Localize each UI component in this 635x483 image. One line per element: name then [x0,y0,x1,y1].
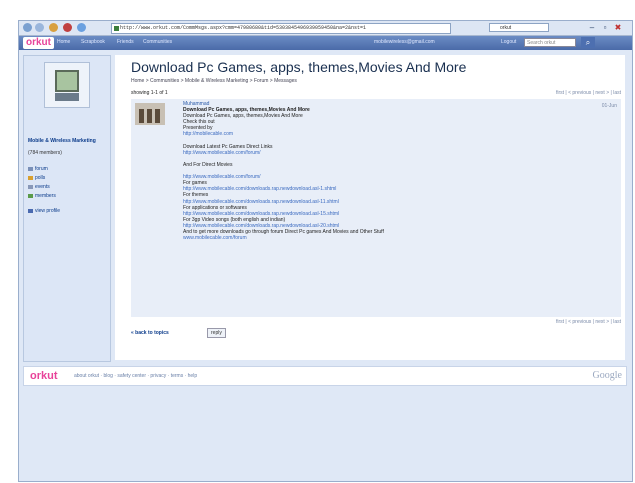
polls-icon [28,175,33,180]
nav-home[interactable]: Home [57,39,70,45]
community-name[interactable]: Mobile & Wireless Marketing [28,138,106,144]
orkut-logo[interactable]: orkut [23,37,54,49]
result-count: showing 1-1 of 1 [131,90,168,96]
phone-screen-image [55,70,79,92]
nav-communities[interactable]: Communities [143,39,172,45]
pager-top[interactable]: first | < previous | next > | last [556,90,621,96]
sidebar-item-view-profile[interactable]: view profile [28,208,60,214]
avatar-figure [139,109,144,123]
browser-search-input[interactable]: orkut [489,23,549,32]
home-icon[interactable] [77,23,86,32]
stop-icon[interactable] [63,23,72,32]
sidebar-item-events[interactable]: events [28,184,50,190]
page-title: Download Pc Games, apps, themes,Movies A… [131,59,467,75]
logout-link[interactable]: Logout [501,39,516,45]
community-sidebar: Mobile & Wireless Marketing (784 members… [23,55,111,362]
back-to-topics-link[interactable]: « back to topics [131,330,169,336]
forward-icon[interactable] [35,23,44,32]
address-bar[interactable]: http://www.orkut.com/CommMsgs.aspx?cmm=4… [111,23,451,34]
footer-links[interactable]: about orkut · blog · safety center · pri… [74,373,197,379]
author-avatar[interactable] [135,103,165,125]
breadcrumb[interactable]: Home > Communities > Mobile & Wireless M… [131,78,297,84]
site-icon [114,26,119,31]
browser-window: http://www.orkut.com/CommMsgs.aspx?cmm=4… [18,20,633,482]
sidebar-item-forum[interactable]: forum [28,166,48,172]
refresh-icon[interactable] [49,23,58,32]
forum-icon [28,166,33,171]
google-logo: Google [592,370,622,381]
sidebar-item-members[interactable]: members [28,193,56,199]
pager-bottom[interactable]: first | < previous | next > | last [556,319,621,325]
post-body: Muhammad Download Pc Games, apps, themes… [183,101,384,241]
orkut-header: orkut Home Scrapbook Friends Communities… [19,36,632,50]
orkut-search-input[interactable]: Search orkut [524,38,576,47]
browser-toolbar: http://www.orkut.com/CommMsgs.aspx?cmm=4… [19,21,632,36]
avatar-figure [147,109,152,123]
arrow-right-icon [28,208,33,213]
forum-post: 01-Jun Muhammad Download Pc Games, apps,… [131,99,621,317]
reply-button[interactable]: reply [207,328,226,338]
post-date: 01-Jun [601,103,617,109]
footer-logo[interactable]: orkut [30,370,58,382]
main-content: Download Pc Games, apps, themes,Movies A… [115,55,625,360]
community-picture[interactable] [44,62,90,108]
user-email: mobilewireless@gmail.com [374,39,435,45]
phone-keypad-image [55,93,79,101]
post-link[interactable]: www.mobilecable.com/forum [183,235,384,241]
events-icon [28,184,33,189]
footer: orkut about orkut · blog · safety center… [23,366,627,386]
nav-scrapbook[interactable]: Scrapbook [81,39,105,45]
avatar-figure [155,109,160,123]
url-text: http://www.orkut.com/CommMsgs.aspx?cmm=4… [120,25,367,31]
member-count: (784 members) [28,150,62,156]
close-icon[interactable]: ✖ [613,23,623,32]
minimize-icon[interactable]: – [587,23,597,32]
search-icon[interactable]: ⌕ [581,37,595,48]
maximize-icon[interactable]: ▫ [600,23,610,32]
back-icon[interactable] [23,23,32,32]
sidebar-item-polls[interactable]: polls [28,175,45,181]
nav-friends[interactable]: Friends [117,39,134,45]
members-icon [28,193,33,198]
post-lines: Download Pc Games, apps, themes,Movies A… [183,107,384,241]
